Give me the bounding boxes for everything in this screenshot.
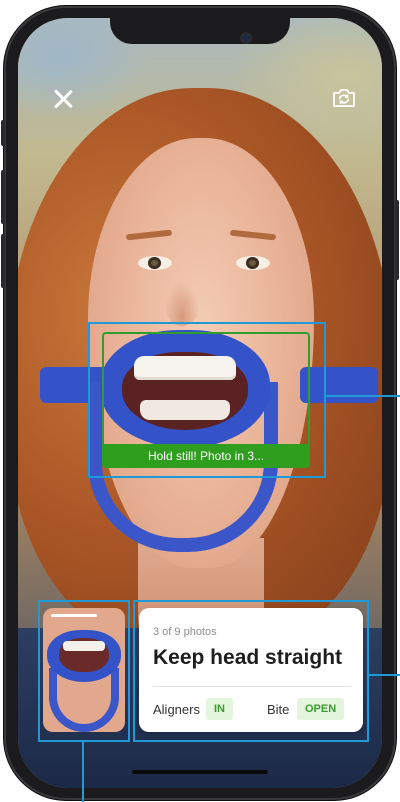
- power-button: [395, 200, 399, 280]
- camera-flip-icon: [333, 89, 355, 107]
- volume-down-button: [1, 234, 5, 288]
- annotation-thumbnail-leader: [82, 742, 84, 802]
- nose: [164, 280, 200, 326]
- front-camera: [242, 34, 250, 42]
- home-indicator[interactable]: [132, 770, 268, 774]
- camera-flip-button[interactable]: [330, 86, 358, 110]
- annotation-thumbnail: [38, 600, 130, 742]
- annotation-detection-leader: [326, 395, 400, 397]
- annotation-card: [133, 600, 369, 742]
- left-eye: [138, 256, 172, 270]
- annotation-card-leader: [369, 674, 400, 676]
- annotation-detection-area: [88, 322, 326, 478]
- phone-notch: [110, 12, 290, 44]
- close-button[interactable]: [50, 86, 76, 112]
- silent-switch: [1, 120, 5, 146]
- right-eye: [236, 256, 270, 270]
- volume-up-button: [1, 170, 5, 224]
